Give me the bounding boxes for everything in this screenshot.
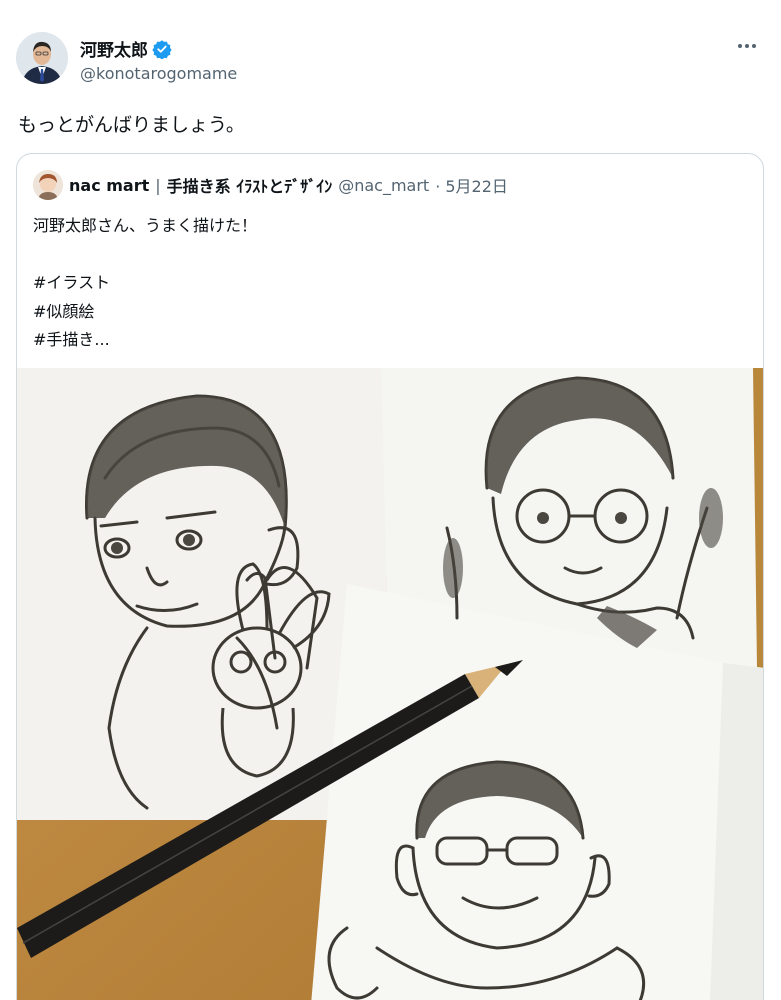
- name-separator: |: [155, 175, 161, 195]
- quoted-tweet-header: nac mart | 手描き系 ｲﾗｽﾄとﾃﾞｻﾞｲﾝ @nac_mart · …: [33, 170, 508, 200]
- author-avatar[interactable]: [16, 32, 68, 84]
- author-name-row: 河野太郎: [80, 36, 172, 61]
- tweet-text: もっとがんばりましょう。: [18, 114, 245, 136]
- quoted-text-line: [33, 241, 257, 270]
- quoted-author-bio-name[interactable]: 手描き系 ｲﾗｽﾄとﾃﾞｻﾞｲﾝ: [167, 173, 333, 197]
- quoted-text-line[interactable]: #イラスト: [33, 269, 257, 298]
- quoted-text-line[interactable]: #手描き...: [33, 326, 257, 355]
- quoted-tweet-date[interactable]: · 5月22日: [435, 173, 508, 197]
- more-dot: [745, 44, 749, 48]
- author-handle[interactable]: @konotarogomame: [80, 64, 237, 83]
- more-dot: [752, 44, 756, 48]
- quoted-author-name[interactable]: nac mart: [69, 176, 149, 195]
- more-dot: [738, 44, 742, 48]
- verified-badge-icon: [152, 39, 172, 60]
- quoted-tweet-text: 河野太郎さん、うまく描けた！ #イラスト #似顔絵 #手描き...: [33, 212, 257, 355]
- tweet-header: 河野太郎 @konotarogomame: [16, 32, 765, 88]
- quoted-text-line[interactable]: #似顔絵: [33, 298, 257, 327]
- sketch-photo: [17, 368, 763, 1000]
- quoted-tweet-card[interactable]: nac mart | 手描き系 ｲﾗｽﾄとﾃﾞｻﾞｲﾝ @nac_mart · …: [16, 153, 764, 1000]
- more-options-icon[interactable]: [733, 36, 761, 56]
- quoted-text-line: 河野太郎さん、うまく描けた！: [33, 216, 258, 235]
- author-display-name[interactable]: 河野太郎: [80, 36, 148, 61]
- quoted-tweet-image[interactable]: [17, 368, 763, 1000]
- quoted-author-avatar[interactable]: [33, 170, 63, 200]
- quoted-author-handle[interactable]: @nac_mart: [338, 176, 429, 195]
